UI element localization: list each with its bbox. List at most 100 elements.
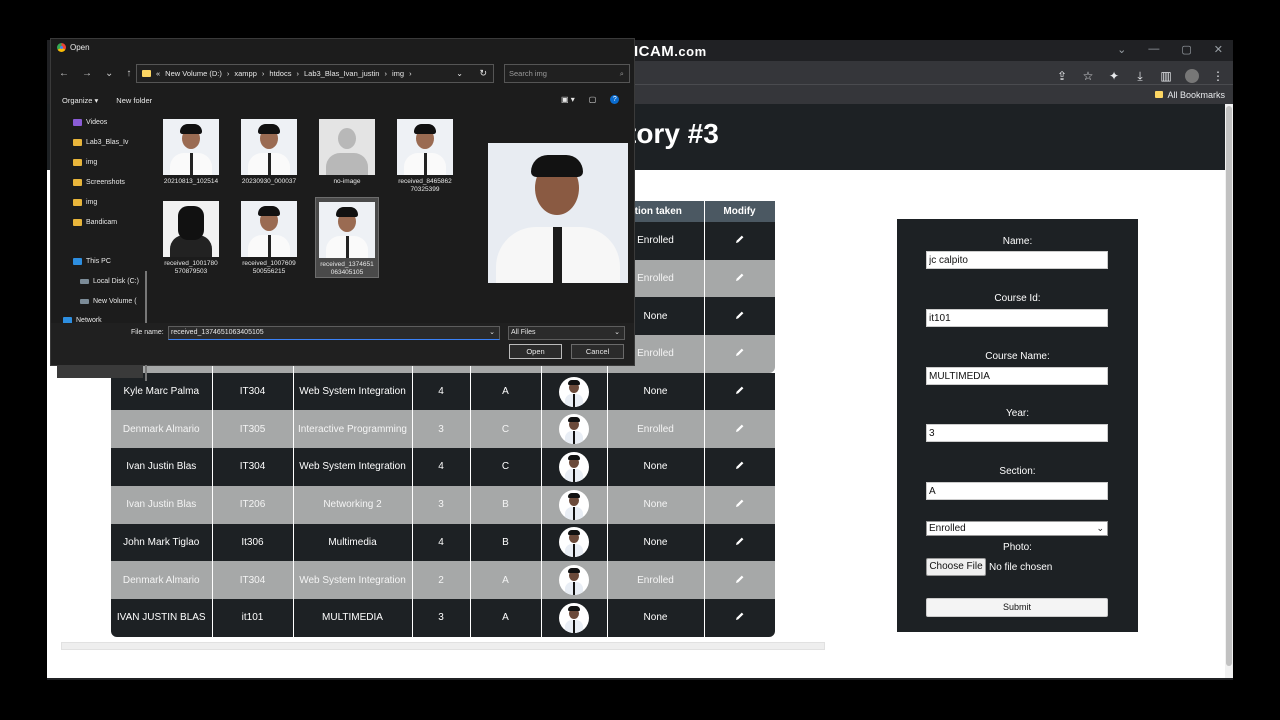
modify-button[interactable]: [704, 259, 776, 298]
course-id-field[interactable]: [926, 309, 1108, 327]
file-item[interactable]: received_1001780 570879503: [159, 197, 223, 276]
photo-label: Photo:: [1003, 542, 1032, 553]
choose-file-button[interactable]: Choose File: [926, 558, 986, 576]
up-arrow-icon[interactable]: ↑: [126, 68, 131, 79]
cell-name: Denmark Almario: [111, 410, 213, 449]
folder-icon: [142, 70, 151, 77]
file-name-input[interactable]: received_1374651063405105 ⌄: [168, 326, 500, 340]
breadcrumb-item[interactable]: xampp: [234, 69, 257, 78]
breadcrumb-item[interactable]: img: [392, 69, 404, 78]
profile-avatar[interactable]: [1185, 69, 1199, 83]
file-name-line: 20210813_102514: [163, 178, 219, 185]
cell-name: Ivan Justin Blas: [111, 485, 213, 524]
extensions-icon[interactable]: ✦: [1107, 69, 1121, 83]
nav-item-label: Lab3_Blas_Iv: [86, 139, 129, 146]
restore-icon[interactable]: ▢: [1181, 43, 1191, 56]
cell-action: None: [607, 523, 705, 562]
star-icon[interactable]: ☆: [1081, 69, 1095, 83]
pencil-icon: [735, 423, 745, 436]
new-folder-button[interactable]: New folder: [116, 96, 152, 105]
horizontal-scrollbar[interactable]: [61, 642, 825, 650]
nav-item[interactable]: img: [73, 199, 97, 206]
status-select[interactable]: Enrolled ⌄: [926, 521, 1108, 536]
menu-icon[interactable]: ⋮: [1211, 69, 1225, 83]
nav-item-label: New Volume (: [93, 298, 137, 305]
nav-item[interactable]: img: [73, 159, 97, 166]
breadcrumb-item[interactable]: htdocs: [269, 69, 291, 78]
nav-item[interactable]: New Volume (: [80, 298, 137, 305]
course-name-field[interactable]: [926, 367, 1108, 385]
cancel-button[interactable]: Cancel: [571, 344, 624, 359]
modify-button[interactable]: [704, 335, 776, 373]
cell-year: 2: [412, 561, 471, 599]
help-icon[interactable]: ?: [610, 95, 620, 104]
forward-arrow-icon[interactable]: →: [82, 68, 92, 79]
chrome-icon: [57, 43, 66, 52]
breadcrumb-item[interactable]: New Volume (D:): [165, 69, 222, 78]
sidepanel-icon[interactable]: ▥: [1159, 69, 1173, 83]
preview-pane-icon[interactable]: ▢: [589, 95, 597, 104]
name-field[interactable]: [926, 251, 1108, 269]
vertical-scrollbar[interactable]: [1225, 104, 1233, 678]
file-item[interactable]: received_8465862 70325399: [393, 115, 457, 194]
modify-button[interactable]: [704, 222, 776, 260]
modify-button[interactable]: [704, 598, 776, 637]
breadcrumb-overflow[interactable]: «: [156, 69, 160, 78]
course-id-label: Course Id:: [994, 293, 1041, 304]
cell-photo: [541, 598, 608, 637]
close-icon[interactable]: ✕: [1214, 43, 1223, 56]
image-thumbnail: [163, 201, 219, 257]
modify-button[interactable]: [704, 372, 776, 411]
pencil-icon: [735, 310, 745, 323]
nav-item[interactable]: Local Disk (C:): [80, 278, 139, 285]
file-item[interactable]: 20210813_102514: [159, 115, 223, 186]
refresh-icon[interactable]: ↻: [479, 68, 487, 79]
chevron-down-icon[interactable]: ⌄: [1117, 43, 1126, 56]
all-bookmarks-link[interactable]: All Bookmarks: [1167, 90, 1225, 100]
year-field[interactable]: [926, 424, 1108, 442]
student-form: Name: Course Id: Course Name: Year: Sect…: [897, 219, 1138, 632]
file-item[interactable]: no-image: [315, 115, 379, 186]
chevron-down-icon[interactable]: ⌄: [456, 69, 463, 78]
back-arrow-icon[interactable]: ←: [59, 68, 69, 79]
download-icon[interactable]: ⤓: [1133, 69, 1147, 84]
file-item[interactable]: received_1374651 063405105: [315, 197, 379, 278]
breadcrumb-item[interactable]: Lab3_Blas_Ivan_justin: [304, 69, 379, 78]
nav-item[interactable]: This PC: [73, 258, 111, 265]
cell-course-id: it101: [212, 598, 294, 637]
organize-button[interactable]: Organize ▾: [62, 96, 98, 105]
modify-button[interactable]: [704, 448, 776, 486]
nav-item[interactable]: Videos: [73, 119, 107, 126]
cell-year: 3: [412, 410, 471, 449]
modify-button[interactable]: [704, 297, 776, 336]
file-type-select[interactable]: All Files ⌄: [508, 326, 625, 340]
minimize-icon[interactable]: —: [1148, 43, 1159, 55]
share-icon[interactable]: ⇪: [1055, 69, 1069, 83]
nav-item-label: Bandicam: [86, 219, 118, 226]
chevron-down-icon[interactable]: ⌄: [489, 327, 495, 339]
view-mode-icon[interactable]: ▣ ▾: [561, 95, 575, 104]
modify-button[interactable]: [704, 410, 776, 449]
file-item[interactable]: 20230930_000037: [237, 115, 301, 186]
cell-course-id: IT206: [212, 485, 294, 524]
chevron-down-icon[interactable]: ⌄: [105, 68, 113, 79]
modify-button[interactable]: [704, 523, 776, 562]
nav-item[interactable]: Bandicam: [73, 219, 117, 226]
scrollbar-thumb[interactable]: [1226, 106, 1232, 666]
pc-icon: [73, 258, 82, 265]
modify-button[interactable]: [704, 561, 776, 599]
section-field[interactable]: [926, 482, 1108, 500]
image-thumbnail: [241, 119, 297, 175]
file-item[interactable]: received_1007609 500556215: [237, 197, 301, 276]
breadcrumb-separator-icon: ›: [261, 69, 265, 78]
address-bar[interactable]: « New Volume (D:) › xampp › htdocs › Lab3_B…: [136, 64, 494, 83]
submit-button[interactable]: Submit: [926, 598, 1108, 617]
open-button[interactable]: Open: [509, 344, 562, 359]
nav-item[interactable]: Lab3_Blas_Iv: [73, 139, 128, 146]
modify-button[interactable]: [704, 485, 776, 524]
pencil-icon: [735, 611, 745, 624]
search-input[interactable]: Search img ⌕: [504, 64, 630, 83]
nav-item-label: img: [86, 159, 98, 166]
file-name-line: received_8465862: [398, 178, 452, 185]
nav-item[interactable]: Screenshots: [73, 179, 125, 186]
